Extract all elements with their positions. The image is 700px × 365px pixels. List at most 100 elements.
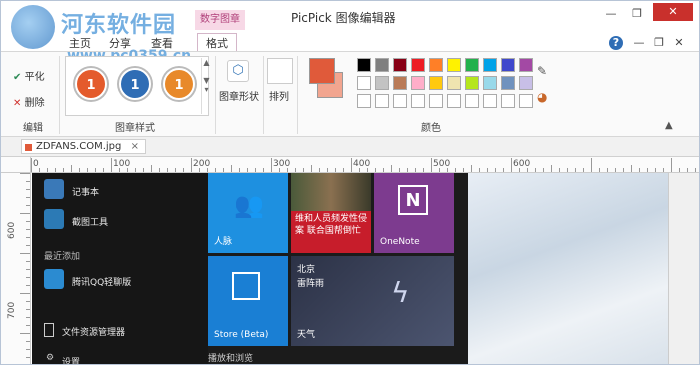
- flatten-button[interactable]: ✔ 平化: [13, 68, 45, 83]
- ruler-tick: [247, 168, 248, 172]
- ruler-tick: [663, 168, 664, 172]
- palette-swatch[interactable]: [429, 94, 443, 108]
- palette-swatch[interactable]: [519, 58, 533, 72]
- ruler-tick: [295, 168, 296, 172]
- ruler-tick: [231, 165, 232, 172]
- ribbon-minimize-button[interactable]: —: [629, 36, 649, 50]
- foreground-color-swatch[interactable]: [309, 58, 335, 84]
- arrange-icon[interactable]: [267, 58, 293, 84]
- ruler-tick: [26, 309, 30, 310]
- context-tab-digital-stamp[interactable]: 数字图章: [195, 10, 245, 30]
- close-button[interactable]: ✕: [653, 3, 693, 21]
- ruler-corner: [1, 157, 31, 173]
- ruler-tick: [255, 168, 256, 172]
- current-colors[interactable]: [309, 58, 343, 98]
- gallery-scroll-icon[interactable]: ▲ ▼ ▾: [201, 58, 211, 114]
- palette-swatch[interactable]: [519, 94, 533, 108]
- palette-swatch[interactable]: [429, 58, 443, 72]
- palette-swatch[interactable]: [411, 58, 425, 72]
- palette-swatch[interactable]: [429, 76, 443, 90]
- ruler-tick: [95, 168, 96, 172]
- notepad-icon: [44, 179, 64, 199]
- color-wheel-icon[interactable]: ◕: [537, 90, 547, 104]
- ruler-tick: [71, 165, 72, 172]
- palette-swatch[interactable]: [357, 94, 371, 108]
- edit-group-label: 编辑: [23, 123, 43, 134]
- ruler-tick: [159, 168, 160, 172]
- ruler-tick: [26, 349, 30, 350]
- palette-swatch[interactable]: [411, 94, 425, 108]
- ruler-tick: [599, 168, 600, 172]
- ruler-tick: [407, 168, 408, 172]
- ruler-tick: [39, 168, 40, 172]
- vertical-ruler: 600 700: [1, 173, 31, 364]
- ruler-tick: [399, 168, 400, 172]
- ruler-tick: [55, 168, 56, 172]
- document-close-icon[interactable]: ×: [131, 141, 139, 152]
- separator: [59, 56, 60, 134]
- eyedropper-icon[interactable]: ✎: [537, 64, 547, 78]
- ruler-tick: [26, 197, 30, 198]
- delete-button[interactable]: ✕ 删除: [13, 94, 45, 109]
- tile-onenote: N OneNote: [374, 173, 454, 253]
- ruler-tick: [319, 168, 320, 172]
- palette-swatch[interactable]: [465, 76, 479, 90]
- palette-swatch[interactable]: [393, 94, 407, 108]
- onenote-icon: N: [398, 185, 428, 215]
- separator: [297, 56, 298, 134]
- stamp-style-blue[interactable]: 1: [119, 68, 151, 100]
- ruler-tick: [455, 168, 456, 172]
- ruler-tick: [175, 168, 176, 172]
- palette-swatch[interactable]: [357, 76, 371, 90]
- palette-swatch[interactable]: [447, 58, 461, 72]
- stamp-style-group-label: 图章样式: [115, 123, 155, 134]
- palette-swatch[interactable]: [393, 58, 407, 72]
- palette-swatch[interactable]: [483, 94, 497, 108]
- ribbon-close-button[interactable]: ✕: [669, 36, 689, 50]
- ribbon-restore-button[interactable]: ❐: [649, 36, 669, 50]
- delete-x-icon: ✕: [13, 98, 22, 109]
- stamp-style-red[interactable]: 1: [75, 68, 107, 100]
- weather-city: 北京: [297, 265, 316, 275]
- palette-swatch[interactable]: [411, 76, 425, 90]
- ribbon-panel: www.pc0359.cn ✔ 平化 ✕ 删除 编辑 1 1 1 ▲▼▾ 图章样…: [1, 48, 699, 137]
- palette-swatch[interactable]: [501, 76, 515, 90]
- stamp-style-orange[interactable]: 1: [163, 68, 195, 100]
- palette-swatch[interactable]: [501, 94, 515, 108]
- collapse-ribbon-icon[interactable]: ▲: [665, 120, 673, 131]
- tile-store: Store (Beta): [208, 256, 288, 346]
- arrange-button[interactable]: 排列: [269, 88, 289, 103]
- ruler-tick: [503, 168, 504, 172]
- palette-swatch[interactable]: [519, 76, 533, 90]
- ruler-tick: [215, 168, 216, 172]
- palette-swatch[interactable]: [483, 76, 497, 90]
- help-icon[interactable]: ?: [609, 36, 623, 50]
- document-tab[interactable]: ZDFANS.COM.jpg ×: [21, 139, 146, 154]
- palette-swatch[interactable]: [375, 76, 389, 90]
- palette-swatch[interactable]: [465, 94, 479, 108]
- palette-swatch[interactable]: [375, 94, 389, 108]
- tab-format[interactable]: 格式: [197, 33, 237, 52]
- palette-swatch[interactable]: [483, 58, 497, 72]
- restore-button[interactable]: ❐: [627, 7, 647, 21]
- palette-swatch[interactable]: [465, 58, 479, 72]
- palette-swatch[interactable]: [447, 76, 461, 90]
- image-canvas[interactable]: 记事本 截图工具 最近添加 腾讯QQ轻聊版 文件资源管理器 ⚙ 设置 👥 人脉 …: [32, 173, 668, 364]
- vertical-scrollbar[interactable]: [668, 173, 699, 364]
- stamp-shape-icon[interactable]: ⬡: [227, 60, 249, 82]
- ruler-tick: [615, 168, 616, 172]
- palette-swatch[interactable]: [375, 58, 389, 72]
- ruler-tick: [207, 168, 208, 172]
- palette-swatch[interactable]: [393, 76, 407, 90]
- palette-swatch[interactable]: [501, 58, 515, 72]
- palette-swatch[interactable]: [357, 58, 371, 72]
- palette-swatch[interactable]: [447, 94, 461, 108]
- stamp-shape-button[interactable]: 图章形状: [219, 88, 259, 103]
- ruler-h-label: 0: [33, 159, 39, 169]
- ruler-tick: [26, 181, 30, 182]
- ruler-tick: [20, 173, 30, 174]
- ruler-tick: [487, 168, 488, 172]
- start-item-snipping: 截图工具: [72, 218, 109, 228]
- ruler-tick: [367, 168, 368, 172]
- minimize-button[interactable]: —: [601, 7, 621, 21]
